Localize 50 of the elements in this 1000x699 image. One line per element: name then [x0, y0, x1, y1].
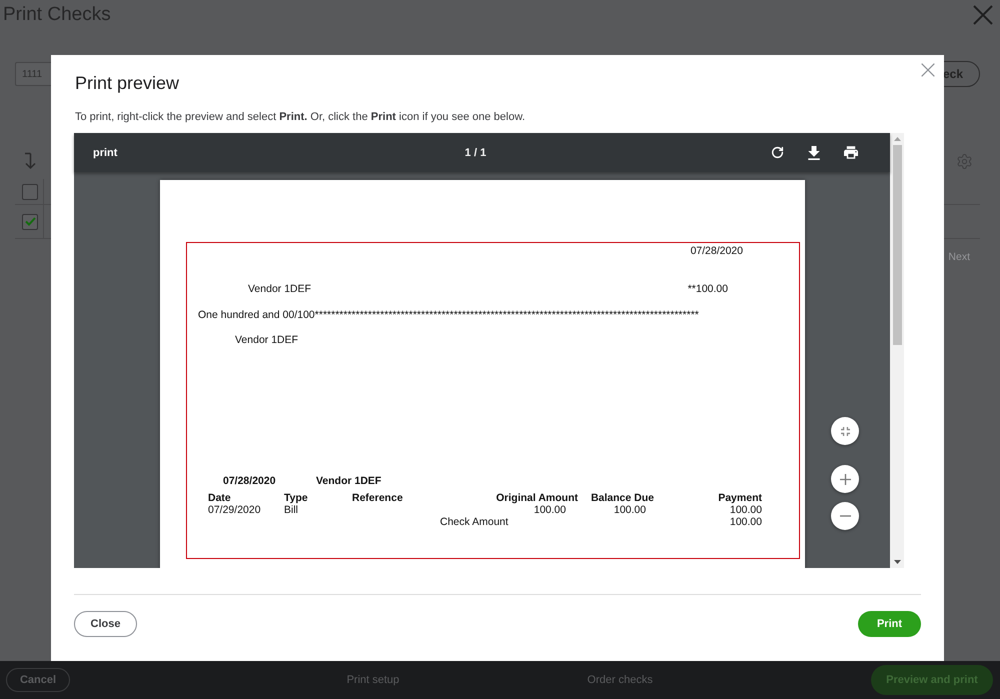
table-cell: 100.00 — [730, 504, 762, 516]
checkmark-icon — [24, 217, 36, 226]
collapse-icon — [840, 426, 850, 436]
payee-name: Vendor 1DEF — [248, 283, 312, 295]
footer-link[interactable]: Order checks — [587, 670, 653, 690]
column-header: Type — [284, 492, 308, 504]
next-link[interactable]: Next — [948, 251, 970, 263]
zoom-out-button[interactable] — [831, 502, 859, 530]
sort-arrow-icon[interactable] — [23, 152, 37, 170]
page-indicator: 1 / 1 — [464, 146, 486, 158]
footer-button[interactable]: Cancel — [6, 668, 70, 692]
stub-date: 07/28/2020 — [223, 475, 276, 487]
total-label: Check Amount — [440, 516, 508, 528]
column-header: Payment — [718, 492, 762, 504]
checkbox[interactable] — [22, 184, 38, 200]
zoom-in-button[interactable] — [831, 465, 859, 493]
mailing-address: Vendor 1DEF — [235, 334, 298, 346]
check-amount: **100.00 — [688, 283, 728, 295]
dialog-title: Print preview — [75, 72, 180, 94]
column-header: Date — [208, 492, 231, 504]
close-button[interactable]: Close — [74, 611, 137, 637]
column-header: Original Amount — [496, 492, 578, 504]
instruction-text: To print, right-click the preview and select Print. Or, click the Print icon if you see one below. — [75, 110, 525, 124]
settings-icon[interactable] — [956, 152, 973, 170]
minus-icon — [840, 515, 850, 517]
checkbox[interactable] — [22, 214, 38, 230]
download-icon[interactable] — [808, 146, 820, 160]
check-date: 07/28/2020 — [690, 245, 743, 257]
table-cell: 07/29/2020 — [208, 504, 261, 516]
fit-page-button[interactable] — [831, 417, 859, 445]
document-title: print — [93, 146, 118, 158]
table-cell: 100.00 — [614, 504, 646, 516]
table-cell: 100.00 — [534, 504, 566, 516]
amount-in-words: One hundred and 00/100********************************************************************************************** — [198, 309, 699, 321]
column-header: Reference — [352, 492, 403, 504]
scroll-down-icon[interactable] — [894, 560, 900, 564]
scrollbar-thumb[interactable] — [892, 145, 902, 345]
column-header: Balance Due — [590, 492, 654, 504]
scroll-up-icon[interactable] — [894, 137, 900, 141]
plus-icon — [840, 474, 850, 484]
total-amount: 100.00 — [730, 516, 762, 528]
scrollbar[interactable] — [890, 133, 904, 568]
close-icon[interactable] — [973, 5, 993, 25]
stub-payee: Vendor 1DEF — [316, 475, 382, 487]
print-icon[interactable] — [844, 146, 858, 159]
close-icon[interactable] — [921, 63, 935, 77]
rotate-icon[interactable] — [771, 146, 784, 159]
footer-link[interactable]: Print setup — [346, 670, 400, 690]
table-cell: Bill — [284, 504, 298, 516]
print-button[interactable]: Print — [858, 611, 921, 637]
